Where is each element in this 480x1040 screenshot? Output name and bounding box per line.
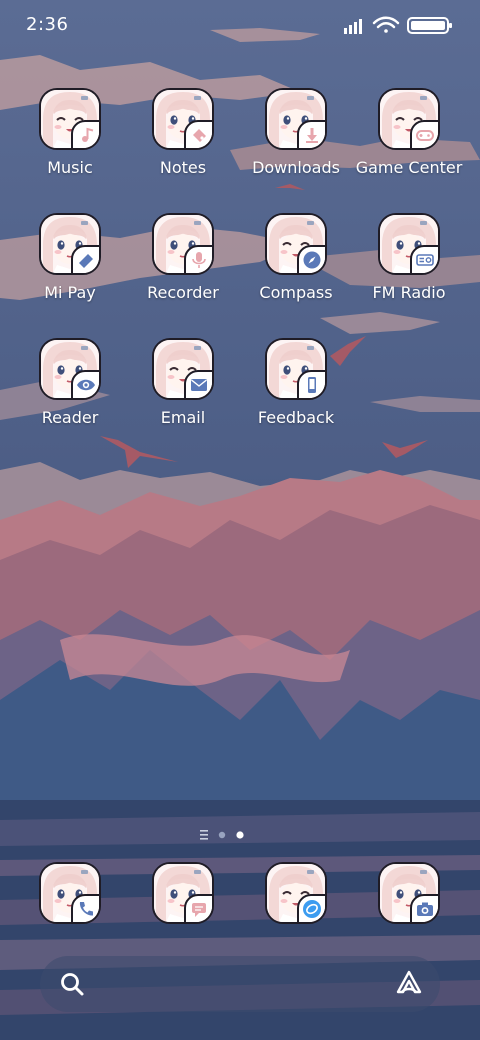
app-icon-tile[interactable] (378, 88, 440, 150)
gamepad-icon (416, 130, 434, 141)
app-badge (297, 894, 325, 922)
dock-app-browser[interactable] (265, 862, 327, 924)
app-label: Recorder (147, 283, 219, 302)
phone-feedback-icon (308, 377, 316, 393)
card-icon (79, 254, 93, 268)
app-icon-tile[interactable] (39, 213, 101, 275)
app-feedback[interactable]: Feedback (240, 338, 352, 448)
app-badge (184, 120, 212, 148)
app-badge (410, 245, 438, 273)
app-downloads[interactable]: Downloads (240, 88, 352, 198)
app-badge (297, 120, 325, 148)
app-icon-tile[interactable] (265, 338, 327, 400)
app-music[interactable]: Music (14, 88, 126, 198)
microphone-icon (192, 252, 206, 268)
app-notes[interactable]: Notes (127, 88, 239, 198)
app-label: Notes (159, 158, 207, 177)
app-badge (184, 245, 212, 273)
app-label: Game Center (355, 158, 463, 177)
app-icon-tile[interactable] (265, 862, 327, 924)
app-fm-radio[interactable]: FM Radio (353, 213, 465, 323)
wifi-icon (372, 16, 400, 33)
app-label: Compass (259, 283, 333, 302)
app-label: Reader (41, 408, 99, 427)
app-badge (184, 894, 212, 922)
dock-app-phone[interactable] (39, 862, 101, 924)
search-icon[interactable] (58, 970, 86, 998)
status-bar: 2:36 (0, 0, 480, 52)
app-game-center[interactable]: Game Center (353, 88, 465, 198)
app-icon-tile[interactable] (152, 88, 214, 150)
app-label: Email (160, 408, 206, 427)
app-badge (71, 245, 99, 273)
app-badge (297, 370, 325, 398)
music-icon (82, 127, 94, 142)
app-label: Feedback (257, 408, 335, 427)
download-icon (306, 128, 318, 143)
app-icon-tile[interactable] (265, 213, 327, 275)
status-icons (344, 16, 452, 34)
eye-icon (77, 379, 95, 391)
notes-icon (193, 129, 206, 142)
app-mi-pay[interactable]: Mi Pay (14, 213, 126, 323)
status-time: 2:36 (26, 14, 69, 35)
page-dot-2[interactable] (236, 831, 244, 839)
app-badge (410, 120, 438, 148)
app-icon-tile[interactable] (152, 338, 214, 400)
dock-app-camera[interactable] (378, 862, 440, 924)
compass-icon (303, 251, 321, 269)
app-label: Music (47, 158, 93, 177)
app-icon-tile[interactable] (378, 862, 440, 924)
app-icon-tile[interactable] (152, 862, 214, 924)
assistant-icon[interactable] (394, 968, 424, 998)
signal-icon (344, 19, 362, 34)
message-icon (192, 903, 206, 917)
browser-icon (303, 900, 321, 918)
app-label: Downloads (252, 158, 340, 177)
app-label: FM Radio (372, 283, 446, 302)
camera-icon (417, 902, 433, 916)
app-icon-tile[interactable] (378, 213, 440, 275)
app-compass[interactable]: Compass (240, 213, 352, 323)
phone-icon (79, 902, 93, 916)
radio-icon (416, 254, 434, 266)
app-icon-tile[interactable] (39, 338, 101, 400)
app-recorder[interactable]: Recorder (127, 213, 239, 323)
dock-app-message[interactable] (152, 862, 214, 924)
app-badge (184, 370, 212, 398)
app-badge (71, 120, 99, 148)
search-bar[interactable] (40, 956, 440, 1012)
app-reader[interactable]: Reader (14, 338, 126, 448)
page-indicator[interactable] (196, 828, 286, 842)
app-badge (71, 370, 99, 398)
app-icon-tile[interactable] (39, 862, 101, 924)
page-list-icon (200, 830, 208, 840)
app-icon-tile[interactable] (39, 88, 101, 150)
envelope-icon (191, 379, 207, 391)
app-label: Mi Pay (44, 283, 96, 302)
app-badge (410, 894, 438, 922)
app-email[interactable]: Email (127, 338, 239, 448)
app-icon-tile[interactable] (152, 213, 214, 275)
page-dot-1[interactable] (218, 831, 226, 839)
app-icon-tile[interactable] (265, 88, 327, 150)
app-badge (71, 894, 99, 922)
app-badge (297, 245, 325, 273)
battery-icon (407, 17, 452, 34)
